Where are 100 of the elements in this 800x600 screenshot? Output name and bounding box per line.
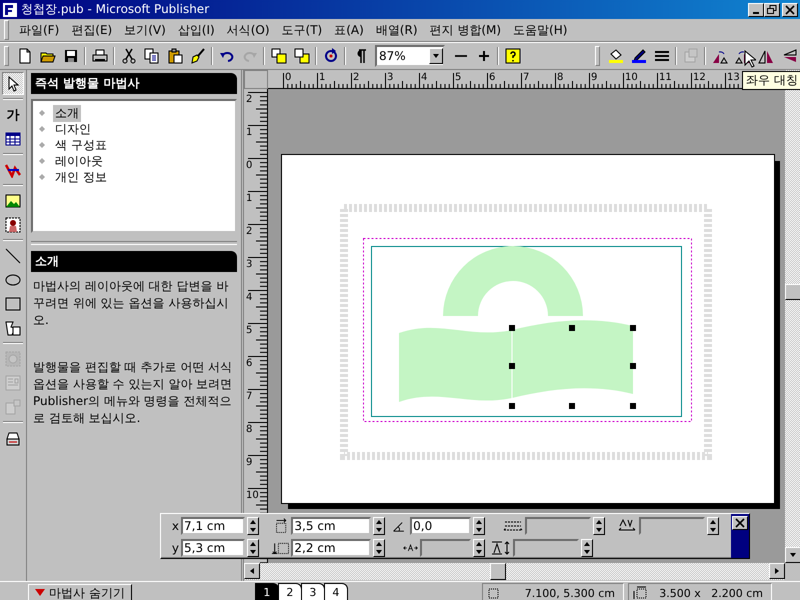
document-icon	[16, 48, 32, 64]
selection-handle[interactable]	[509, 363, 515, 369]
ruler-number: 6	[489, 72, 496, 83]
menu-item[interactable]: 편지 병합(M)	[424, 20, 508, 40]
field-label: y	[170, 541, 179, 555]
selection-handle[interactable]	[630, 363, 636, 369]
spin-button[interactable]	[373, 539, 385, 557]
measurement-field[interactable]: 2,2 cm	[291, 539, 371, 557]
wizard-step[interactable]: 색 구성표	[53, 136, 109, 154]
rectangle-icon	[5, 296, 21, 312]
spin-button[interactable]	[247, 539, 259, 557]
menu-item[interactable]: 표(A)	[328, 20, 370, 40]
selection-handle[interactable]	[509, 403, 515, 409]
menu-item[interactable]: 서식(O)	[220, 20, 276, 40]
insert-object-icon	[5, 398, 21, 414]
minimize-icon	[753, 12, 759, 14]
description-text: 마법사의 레이아웃에 대한 답변을 바꾸려면 위에 있는 옵션을 사용하십시오.	[33, 278, 230, 329]
ruler-number: 10	[625, 72, 638, 83]
ruler-number: 4	[421, 72, 428, 83]
horizontal-scrollbar[interactable]	[244, 563, 785, 580]
spin-arrows-icon	[374, 518, 384, 534]
text-frame-tool[interactable]: 가	[2, 103, 24, 126]
menu-item[interactable]: 배열(R)	[370, 20, 424, 40]
selection-handle[interactable]	[569, 403, 575, 409]
bullet-icon	[39, 174, 45, 180]
bullet-icon	[39, 110, 45, 116]
measurement-field[interactable]: 0,0	[410, 517, 471, 535]
page-tab[interactable]: 2	[278, 583, 302, 600]
menu-item[interactable]: 삽입(I)	[172, 20, 221, 40]
wizard-step[interactable]: 개인 정보	[53, 168, 109, 186]
menu-item[interactable]: 편집(E)	[65, 20, 118, 40]
scroll-right-icon[interactable]	[773, 567, 781, 575]
clipboard-icon	[166, 48, 182, 64]
ruler-number: 1	[246, 127, 252, 138]
spin-button[interactable]	[581, 539, 593, 557]
wizard-step[interactable]: 디자인	[53, 120, 93, 138]
selection-handle[interactable]	[630, 403, 636, 409]
page-tab[interactable]: 1	[254, 583, 279, 600]
bullet-icon	[39, 142, 45, 148]
paint-bucket-icon	[608, 48, 624, 64]
triangle-down-icon	[35, 589, 45, 597]
zoom-dropdown[interactable]: 87%	[375, 45, 445, 67]
page-tab[interactable]: 3	[300, 583, 325, 600]
size-readout: 3.500 x 2.200 cm	[658, 586, 763, 600]
ruler-number: 0	[285, 72, 292, 83]
scroll-thumb[interactable]	[490, 563, 506, 580]
clipart-icon	[5, 216, 21, 232]
picture-icon	[5, 192, 21, 208]
spin-arrows-icon	[474, 518, 484, 534]
spin-button[interactable]	[373, 517, 385, 535]
spin-button[interactable]	[473, 539, 485, 557]
ruler-number: 7	[246, 391, 252, 402]
spin-button[interactable]	[707, 517, 719, 535]
menu-item[interactable]: 도구(T)	[276, 20, 328, 40]
menu-item[interactable]: 보기(V)	[118, 20, 172, 40]
help-icon	[504, 48, 520, 64]
wizard-title: 즉석 발행물 마법사	[31, 73, 237, 94]
restore-button[interactable]	[764, 2, 780, 16]
ruler-number: 9	[591, 72, 598, 83]
ruler-number: 2	[246, 226, 252, 237]
hide-wizard-button[interactable]: 마법사 숨기기	[28, 584, 132, 600]
selection-handle[interactable]	[509, 325, 515, 331]
menu-item[interactable]: 도움말(H)	[507, 20, 574, 40]
printer-icon	[92, 48, 108, 64]
spin-arrows-icon	[708, 518, 718, 534]
selection-handle[interactable]	[630, 325, 636, 331]
close-button[interactable]	[732, 516, 748, 530]
shapes-icon	[5, 320, 21, 336]
pen-icon	[630, 48, 646, 64]
scroll-down-icon[interactable]	[789, 551, 797, 559]
line-icon	[5, 248, 21, 264]
rotate-icon	[322, 48, 338, 64]
pointer-tool[interactable]	[2, 72, 24, 95]
window-title: 청첩장.pub - Microsoft Publisher	[21, 1, 210, 18]
measurement-field[interactable]: 5,3 cm	[181, 539, 245, 557]
ruler-number: 6	[246, 358, 252, 369]
menu-item[interactable]: 파일(F)	[13, 20, 66, 40]
spin-arrows-icon	[594, 518, 604, 534]
wizard-step[interactable]: 레이아웃	[53, 152, 105, 170]
close-button[interactable]	[782, 2, 798, 16]
spin-button[interactable]	[247, 517, 259, 535]
measurement-field[interactable]: 7,1 cm	[181, 517, 245, 535]
minus-icon	[454, 55, 466, 57]
ruler-number: 3	[387, 72, 394, 83]
minimize-button[interactable]	[748, 2, 764, 16]
spin-arrows-icon	[582, 540, 592, 556]
description-text: 발행물을 편집할 때 추가로 어떤 서식 옵션을 사용할 수 있는지 알아 보려면 Publisher의 메뉴와 명령을 전체적으로 검토해 보십시오.	[33, 359, 234, 427]
html-code-icon	[5, 374, 21, 390]
scroll-thumb[interactable]	[785, 284, 800, 300]
selection-handle[interactable]	[569, 325, 575, 331]
measurement-field[interactable]: 3,5 cm	[291, 517, 371, 535]
scroll-left-icon[interactable]	[248, 567, 256, 575]
wizard-step[interactable]: 소개	[53, 104, 81, 122]
spin-button[interactable]	[473, 517, 485, 535]
stacked-squares-icon	[270, 48, 286, 64]
ruler-number: 8	[557, 72, 564, 83]
size-icon	[633, 586, 647, 600]
spin-button[interactable]	[593, 517, 605, 535]
bullet-icon	[39, 126, 45, 132]
page-tab[interactable]: 4	[324, 583, 348, 600]
